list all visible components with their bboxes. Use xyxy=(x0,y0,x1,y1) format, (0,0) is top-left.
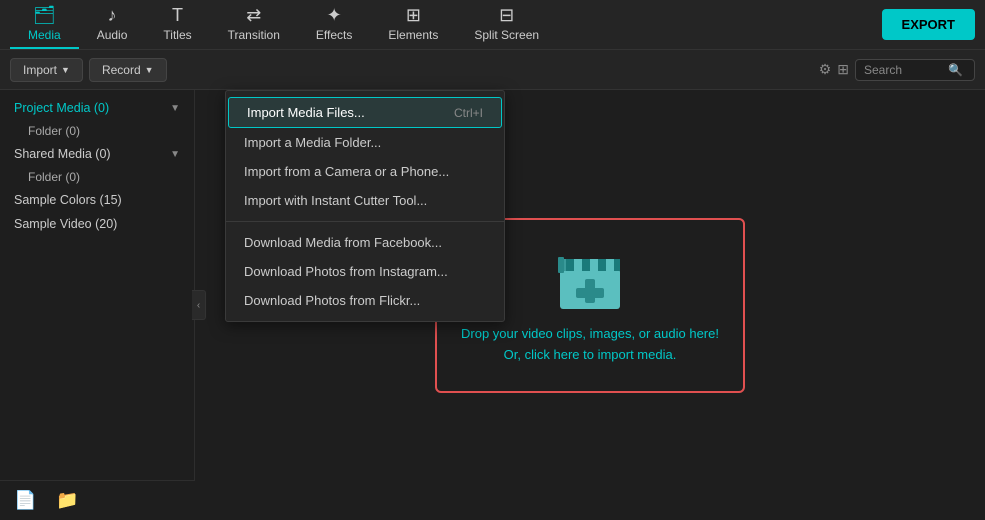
sidebar-project-media-label: Project Media (0) xyxy=(14,101,109,115)
download-facebook-label: Download Media from Facebook... xyxy=(244,235,442,250)
nav-media-label: Media xyxy=(28,28,61,42)
menu-import-files[interactable]: Import Media Files... Ctrl+I xyxy=(228,97,502,128)
titles-icon: T xyxy=(172,6,183,24)
sidebar: Project Media (0) ▼ Folder (0) Shared Me… xyxy=(0,90,195,520)
sidebar-item-sample-colors[interactable]: Sample Colors (15) xyxy=(0,188,194,212)
search-box: 🔍 xyxy=(855,59,975,81)
sidebar-wrapper: Project Media (0) ▼ Folder (0) Shared Me… xyxy=(0,90,195,520)
import-label: Import xyxy=(23,63,57,77)
import-camera-label: Import from a Camera or a Phone... xyxy=(244,164,449,179)
nav-splitscreen-label: Split Screen xyxy=(474,28,539,42)
sidebar-sample-video-label: Sample Video (20) xyxy=(14,217,117,231)
download-instagram-label: Download Photos from Instagram... xyxy=(244,264,448,279)
nav-audio-label: Audio xyxy=(97,28,128,42)
sidebar-item-project-media[interactable]: Project Media (0) ▼ xyxy=(0,96,194,120)
splitscreen-icon: ⊟ xyxy=(499,6,514,24)
import-folder-label: Import a Media Folder... xyxy=(244,135,381,150)
download-flickr-label: Download Photos from Flickr... xyxy=(244,293,420,308)
sidebar-item-sample-video[interactable]: Sample Video (20) xyxy=(0,212,194,236)
sidebar-sample-colors-label: Sample Colors (15) xyxy=(14,193,122,207)
nav-effects-label: Effects xyxy=(316,28,352,42)
sidebar-item-folder[interactable]: Folder (0) xyxy=(0,120,194,142)
shared-media-chevron-icon: ▼ xyxy=(170,149,180,160)
export-button[interactable]: EXPORT xyxy=(882,9,975,40)
nav-titles[interactable]: T Titles xyxy=(145,0,209,49)
add-file-icon[interactable]: 📄 xyxy=(14,490,36,511)
search-icon: 🔍 xyxy=(948,63,963,77)
grid-icon[interactable]: ⊞ xyxy=(837,61,849,78)
transition-icon: ⇄ xyxy=(246,6,261,24)
nav-elements-label: Elements xyxy=(388,28,438,42)
menu-download-facebook[interactable]: Download Media from Facebook... xyxy=(226,228,504,257)
nav-media[interactable]: 🗂 Media xyxy=(10,0,79,49)
nav-titles-label: Titles xyxy=(163,28,191,42)
collapse-arrow-icon: ‹ xyxy=(197,300,200,311)
filter-icon[interactable]: ⚙ xyxy=(819,61,832,78)
import-files-shortcut: Ctrl+I xyxy=(454,106,483,120)
dropzone-line1: Drop your video clips, images, or audio … xyxy=(461,324,719,345)
sidebar-footer: 📄 📁 xyxy=(0,480,195,520)
nav-transition-label: Transition xyxy=(228,28,280,42)
nav-elements[interactable]: ⊞ Elements xyxy=(370,0,456,49)
record-label: Record xyxy=(102,63,141,77)
menu-import-folder[interactable]: Import a Media Folder... xyxy=(226,128,504,157)
sidebar-shared-media-label: Shared Media (0) xyxy=(14,147,111,161)
top-nav: 🗂 Media ♪ Audio T Titles ⇄ Transition ✦ … xyxy=(0,0,985,50)
sidebar-folder-label: Folder (0) xyxy=(28,124,80,138)
import-dropdown-menu: Import Media Files... Ctrl+I Import a Me… xyxy=(225,90,505,322)
nav-audio[interactable]: ♪ Audio xyxy=(79,0,146,49)
nav-splitscreen[interactable]: ⊟ Split Screen xyxy=(456,0,557,49)
effects-icon: ✦ xyxy=(327,6,342,24)
import-button[interactable]: Import ▼ xyxy=(10,58,83,82)
import-chevron-icon: ▼ xyxy=(61,65,70,75)
record-chevron-icon: ▼ xyxy=(145,65,154,75)
nav-transition[interactable]: ⇄ Transition xyxy=(210,0,298,49)
sidebar-folder2-label: Folder (0) xyxy=(28,170,80,184)
project-media-chevron-icon: ▼ xyxy=(170,103,180,114)
nav-effects[interactable]: ✦ Effects xyxy=(298,0,370,49)
content-area: Import Media Files... Ctrl+I Import a Me… xyxy=(195,90,985,520)
audio-icon: ♪ xyxy=(108,6,117,24)
collapse-sidebar-button[interactable]: ‹ xyxy=(192,290,206,320)
record-button[interactable]: Record ▼ xyxy=(89,58,167,82)
media-icon: 🗂 xyxy=(33,6,56,24)
menu-download-flickr[interactable]: Download Photos from Flickr... xyxy=(226,286,504,315)
drop-zone-text: Drop your video clips, images, or audio … xyxy=(461,324,719,366)
clapperboard-icon xyxy=(550,244,630,314)
menu-import-cutter[interactable]: Import with Instant Cutter Tool... xyxy=(226,186,504,215)
main-area: Project Media (0) ▼ Folder (0) Shared Me… xyxy=(0,90,985,520)
sidebar-item-folder2[interactable]: Folder (0) xyxy=(0,166,194,188)
sidebar-item-shared-media[interactable]: Shared Media (0) ▼ xyxy=(0,142,194,166)
menu-divider xyxy=(226,221,504,222)
add-folder-icon[interactable]: 📁 xyxy=(56,490,78,511)
elements-icon: ⊞ xyxy=(406,6,421,24)
dropzone-line2: Or, click here to import media. xyxy=(461,345,719,366)
toolbar: Import ▼ Record ▼ ⚙ ⊞ 🔍 xyxy=(0,50,985,90)
menu-import-camera[interactable]: Import from a Camera or a Phone... xyxy=(226,157,504,186)
import-cutter-label: Import with Instant Cutter Tool... xyxy=(244,193,427,208)
import-files-label: Import Media Files... xyxy=(247,105,365,120)
menu-download-instagram[interactable]: Download Photos from Instagram... xyxy=(226,257,504,286)
search-input[interactable] xyxy=(864,63,944,77)
